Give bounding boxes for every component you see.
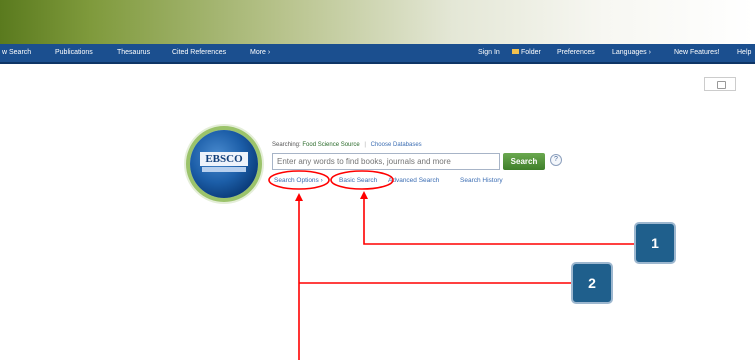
help-icon[interactable]: ? bbox=[550, 154, 562, 166]
arrow-2-head bbox=[295, 193, 303, 201]
logo-subbar bbox=[202, 167, 246, 172]
callout-1: 1 bbox=[634, 222, 676, 264]
arrow-1-head bbox=[360, 191, 368, 199]
searching-label: Searching: bbox=[272, 142, 301, 148]
nav-search[interactable]: w Search bbox=[2, 44, 31, 62]
advanced-search-link[interactable]: Advanced Search bbox=[388, 177, 439, 184]
nav-more[interactable]: More › bbox=[250, 44, 270, 62]
callout-2: 2 bbox=[571, 262, 613, 304]
nav-new-features[interactable]: New Features! bbox=[674, 44, 720, 62]
nav-folder[interactable]: Folder bbox=[512, 44, 541, 62]
database-name: Food Science Source bbox=[302, 142, 360, 148]
logo-text: EBSCO bbox=[200, 152, 248, 166]
nav-cited-references[interactable]: Cited References bbox=[172, 44, 226, 62]
search-input[interactable] bbox=[272, 153, 500, 170]
top-navigation-bar: w Search Publications Thesaurus Cited Re… bbox=[0, 44, 755, 64]
nav-thesaurus[interactable]: Thesaurus bbox=[117, 44, 150, 62]
ebsco-logo: EBSCO bbox=[190, 130, 258, 198]
search-button[interactable]: Search bbox=[503, 153, 545, 170]
choose-databases-link[interactable]: Choose Databases bbox=[371, 142, 422, 148]
nav-preferences[interactable]: Preferences bbox=[557, 44, 595, 62]
header-banner bbox=[0, 0, 755, 44]
nav-help[interactable]: Help bbox=[737, 44, 751, 62]
broken-image-icon bbox=[704, 77, 736, 91]
search-history-link[interactable]: Search History bbox=[460, 177, 503, 184]
nav-sign-in[interactable]: Sign In bbox=[478, 44, 500, 62]
separator: | bbox=[364, 142, 366, 148]
basic-search-link[interactable]: Basic Search bbox=[339, 177, 377, 184]
search-options-link[interactable]: Search Options › bbox=[274, 177, 323, 184]
arrow-1-line bbox=[363, 197, 636, 245]
nav-publications[interactable]: Publications bbox=[55, 44, 93, 62]
searching-line: Searching: Food Science Source | Choose … bbox=[272, 142, 422, 148]
folder-icon bbox=[512, 48, 519, 54]
nav-languages[interactable]: Languages › bbox=[612, 44, 651, 62]
